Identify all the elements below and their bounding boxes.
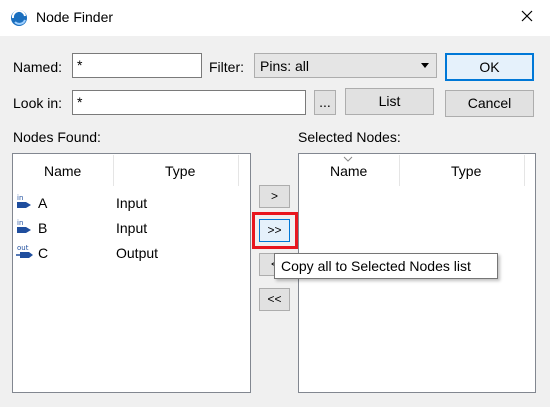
filter-selected: Pins: all [260,58,310,74]
column-header-name[interactable]: Name [44,163,81,179]
ok-button[interactable]: OK [445,53,534,81]
column-divider[interactable] [399,155,400,186]
svg-text:in: in [17,219,23,227]
look-in-label: Look in: [13,95,63,111]
svg-text:out: out [17,244,29,252]
copy-selected-button[interactable]: > [259,185,290,208]
named-label: Named: [13,59,63,75]
tooltip: Copy all to Selected Nodes list [274,253,498,279]
selected-nodes-label: Selected Nodes: [298,129,401,145]
column-divider[interactable] [524,155,525,186]
column-divider[interactable] [113,155,114,186]
node-name: B [38,220,48,236]
node-name: A [38,195,48,211]
filter-label: Filter: [209,59,244,75]
window-title: Node Finder [36,9,114,25]
node-type: Input [116,220,148,236]
remove-all-button[interactable]: << [259,288,290,311]
nodes-found-label: Nodes Found: [13,129,101,145]
output-pin-icon: out [16,244,33,258]
input-pin-icon: in [17,219,31,233]
list-item[interactable]: out C Output [13,242,250,266]
named-input[interactable]: * [72,53,202,78]
nodes-found-list[interactable]: Name Type in A Input in B Input out C Ou… [12,153,251,393]
svg-text:in: in [17,194,23,202]
node-type: Output [116,245,159,261]
column-divider[interactable] [238,155,239,186]
highlight-box [252,212,298,249]
input-pin-icon: in [17,194,31,208]
list-button[interactable]: List [345,88,434,115]
filter-select[interactable]: Pins: all [254,53,437,78]
column-header-name[interactable]: Name [330,163,367,179]
chevron-down-icon [421,63,429,68]
column-header-type[interactable]: Type [165,163,195,179]
app-icon [11,9,27,26]
column-header-type[interactable]: Type [451,163,481,179]
look-in-input[interactable]: * [72,90,306,115]
node-name: C [38,245,49,261]
list-item[interactable]: in A Input [13,192,250,216]
title-bar: Node Finder [0,0,550,36]
list-item[interactable]: in B Input [13,217,250,241]
browse-button[interactable]: ... [314,90,336,115]
sort-chevron-icon [343,156,353,162]
node-type: Input [116,195,148,211]
close-icon[interactable] [519,8,535,24]
cancel-button[interactable]: Cancel [445,90,534,117]
